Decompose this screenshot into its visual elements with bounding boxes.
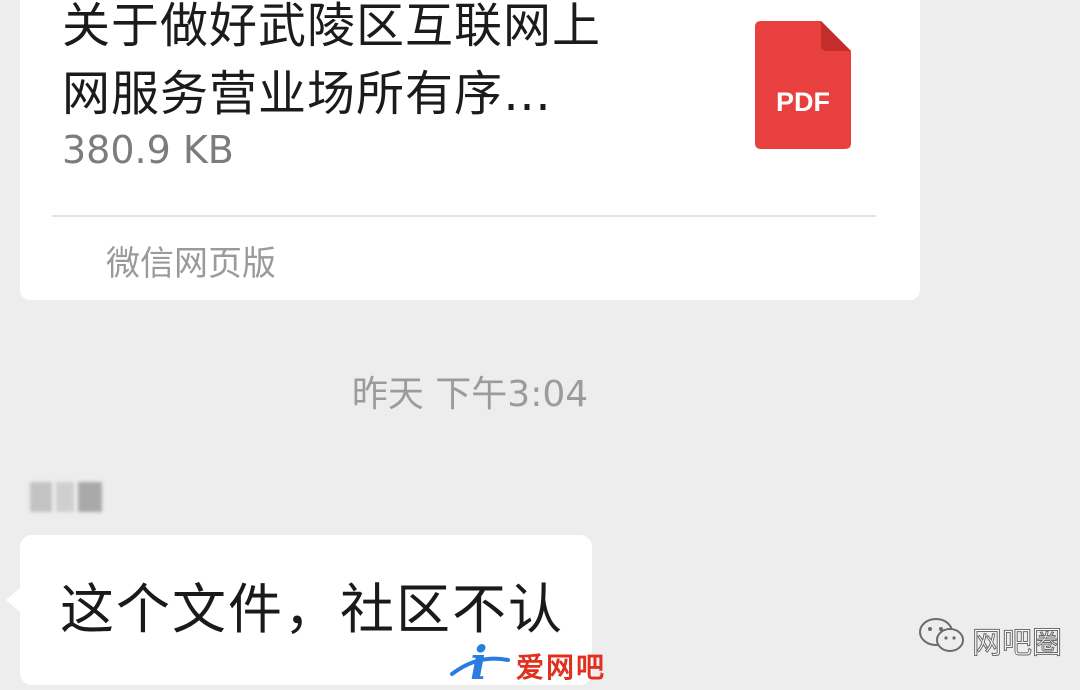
- file-title-line-1: 关于做好武陵区互联网上: [62, 0, 602, 54]
- file-title: 关于做好武陵区互联网上 网服务营业场所有序…: [62, 0, 702, 128]
- brand-watermark: i 爱网吧: [450, 636, 640, 690]
- sender-name-blurred: [30, 482, 102, 512]
- file-size: 380.9 KB: [62, 128, 234, 172]
- file-message-card[interactable]: 关于做好武陵区互联网上 网服务营业场所有序… 380.9 KB PDF 微信网页…: [20, 0, 920, 300]
- channel-name: 网吧圈: [972, 626, 1063, 662]
- card-divider: [52, 215, 876, 217]
- file-title-line-2: 网服务营业场所有序…: [62, 66, 553, 122]
- message-timestamp: 昨天 下午3:04: [351, 374, 589, 415]
- wechat-icon: [919, 618, 964, 652]
- message-text: 这个文件，社区不认: [60, 578, 564, 641]
- brand-name: 爱网吧: [516, 651, 607, 684]
- pdf-icon-label: PDF: [776, 87, 830, 117]
- pdf-icon: PDF: [755, 21, 851, 149]
- file-source-label: 微信网页版: [106, 244, 276, 284]
